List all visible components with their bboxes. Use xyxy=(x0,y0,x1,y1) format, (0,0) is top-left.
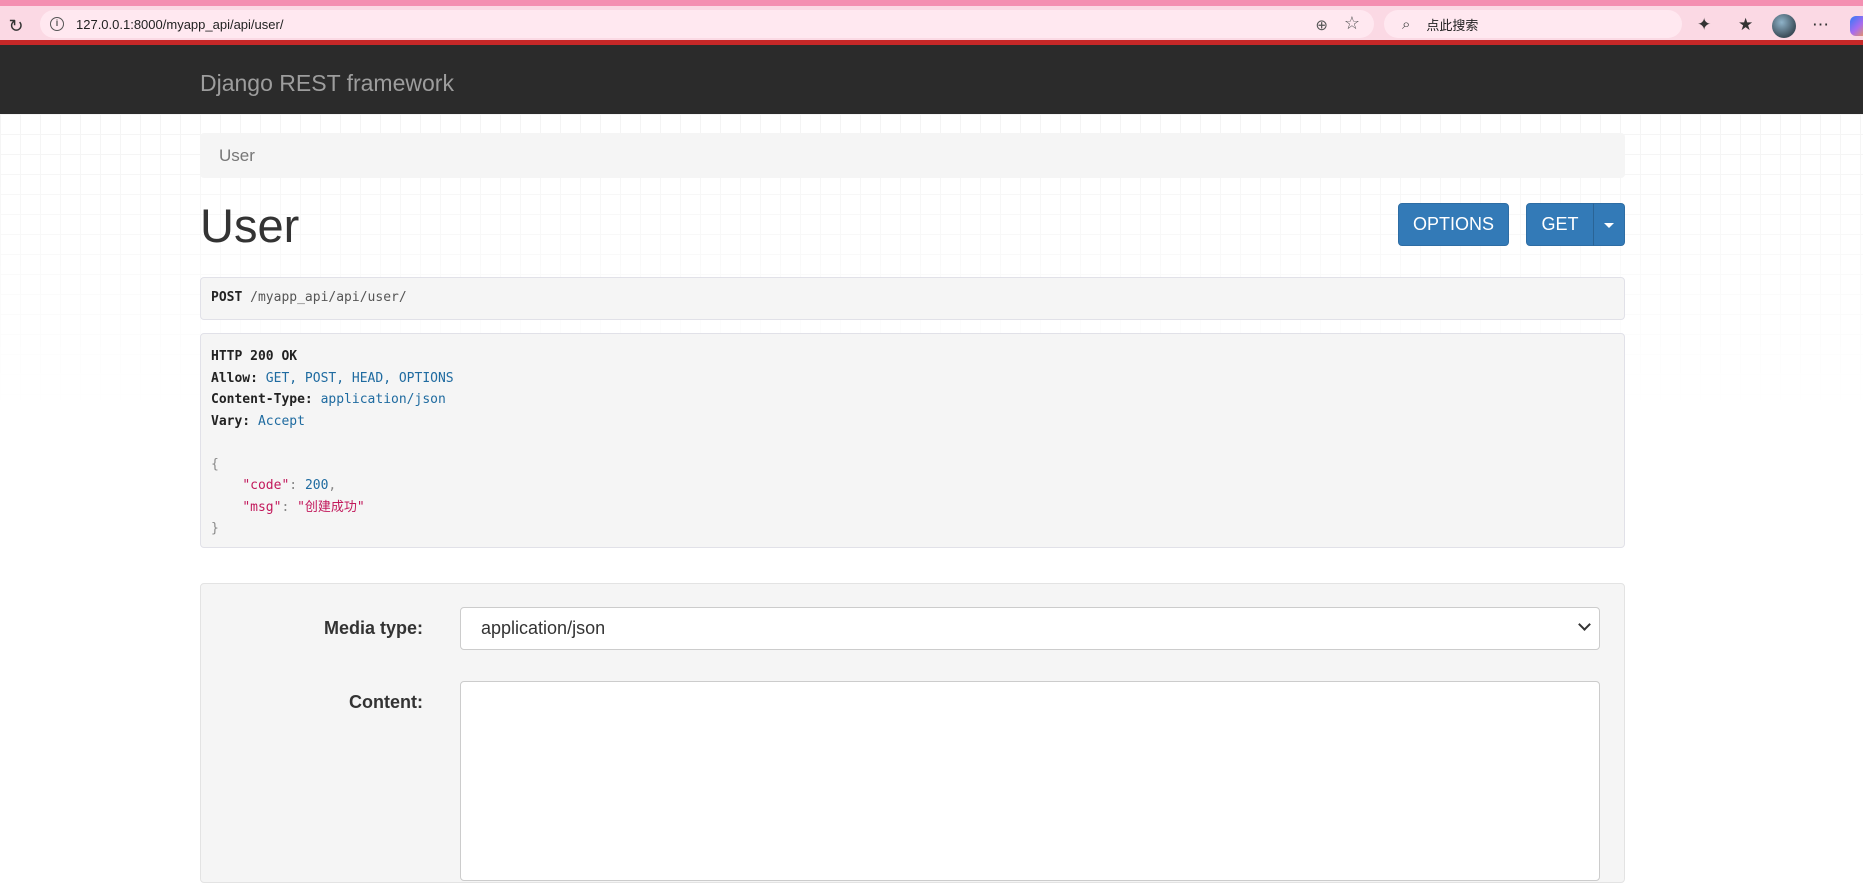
caret-down-icon xyxy=(1604,222,1614,228)
get-format-dropdown-button[interactable] xyxy=(1593,203,1625,246)
reload-icon[interactable]: ↻ xyxy=(6,16,26,36)
more-menu-icon[interactable]: ⋯ xyxy=(1812,15,1829,35)
json-key-msg: "msg" xyxy=(242,499,282,515)
page-title: User xyxy=(200,199,300,252)
content-label: Content: xyxy=(349,692,423,712)
address-url[interactable]: 127.0.0.1:8000/myapp_api/api/user/ xyxy=(76,17,283,32)
media-type-selected-value: application/json xyxy=(481,618,606,638)
json-open-brace: { xyxy=(211,456,219,472)
site-info-icon[interactable]: i xyxy=(50,17,64,31)
browser-toolbar: ↻ i 127.0.0.1:8000/myapp_api/api/user/ ⊕… xyxy=(0,0,1863,45)
json-colon: : xyxy=(289,478,305,493)
breadcrumb-item-user[interactable]: User xyxy=(219,146,255,165)
browser-search-box[interactable]: ⌕ 点此搜索 xyxy=(1384,10,1682,38)
copilot-icon[interactable] xyxy=(1850,16,1863,36)
json-value-msg: "创建成功" xyxy=(297,499,365,515)
json-comma: , xyxy=(328,478,337,493)
options-button[interactable]: OPTIONS xyxy=(1398,203,1509,246)
response-header-name: Content-Type: xyxy=(211,392,313,407)
get-button[interactable]: GET xyxy=(1526,203,1594,246)
favorites-icon[interactable]: ★ xyxy=(1738,15,1753,35)
extensions-icon[interactable]: ✦ xyxy=(1697,15,1711,35)
breadcrumb: User xyxy=(200,133,1625,178)
json-close-brace: } xyxy=(211,521,219,536)
json-colon: : xyxy=(281,499,298,515)
request-path: /myapp_api/api/user/ xyxy=(250,290,407,305)
request-method: POST xyxy=(211,290,243,305)
response-header-name: Allow: xyxy=(211,370,258,386)
brand-link[interactable]: Django REST framework xyxy=(200,70,454,97)
media-type-select[interactable]: application/json xyxy=(460,607,1600,650)
json-value-code: 200 xyxy=(304,478,329,493)
browser-search-placeholder: 点此搜索 xyxy=(1426,17,1479,33)
media-type-label: Media type: xyxy=(323,618,423,638)
response-info: HTTP 200 OK Allow: GET, POST, HEAD, OPTI… xyxy=(200,333,1625,548)
response-status: HTTP 200 OK xyxy=(211,349,298,364)
response-header-value: Accept xyxy=(257,413,305,429)
profile-avatar-icon[interactable] xyxy=(1772,14,1796,38)
search-icon: ⌕ xyxy=(1402,15,1411,33)
response-header-value: GET, POST, HEAD, OPTIONS xyxy=(265,370,454,386)
response-header-name: Vary: xyxy=(211,413,251,429)
request-info: POST /myapp_api/api/user/ xyxy=(200,277,1625,320)
json-key-code: "code" xyxy=(242,478,290,493)
content-textarea[interactable] xyxy=(460,681,1600,881)
address-bar[interactable]: i 127.0.0.1:8000/myapp_api/api/user/ ⊕ ☆ xyxy=(40,10,1374,38)
navbar: Django REST framework xyxy=(0,45,1863,114)
favorite-star-icon[interactable]: ☆ xyxy=(1344,13,1360,34)
zoom-icon[interactable]: ⊕ xyxy=(1315,16,1328,34)
chevron-down-icon xyxy=(1578,618,1591,631)
response-header-value: application/json xyxy=(320,392,446,407)
